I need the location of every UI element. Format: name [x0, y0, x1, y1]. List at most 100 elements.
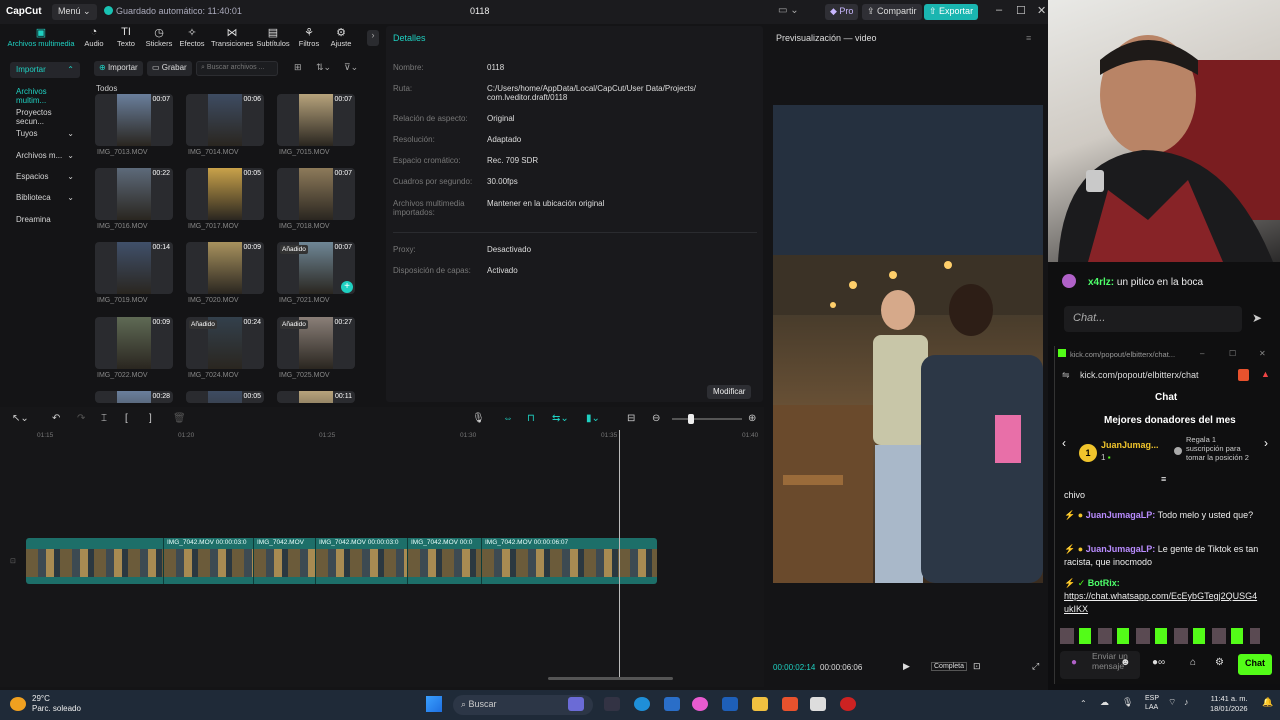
share-button[interactable]: ⇪ Compartir	[862, 4, 922, 20]
media-tile[interactable]: 00:24 Añadido	[186, 317, 264, 369]
clip[interactable]: IMG_7042.MOV 00:0	[408, 538, 482, 584]
caption-icon[interactable]: ⊟	[627, 413, 635, 424]
menu-icon[interactable]: ≡	[1026, 33, 1031, 43]
media-search-input[interactable]: ⌕ Buscar archivos ...	[196, 61, 278, 76]
weather-widget[interactable]: 29°C Parc. soleado	[32, 694, 81, 714]
media-tile[interactable]: 00:09	[95, 317, 173, 369]
chevron-left-icon[interactable]: ‹	[1062, 436, 1066, 450]
send-icon[interactable]: ➤	[1252, 311, 1262, 325]
media-tile[interactable]: 00:11	[277, 391, 355, 403]
media-tile[interactable]: 00:07	[95, 94, 173, 146]
nav-media-files[interactable]: Archivos multim...	[10, 84, 80, 105]
chevron-right-icon[interactable]: ›	[367, 30, 379, 46]
magnet-icon[interactable]: ⊓	[527, 413, 535, 424]
video-track[interactable]: IMG_7042.MOV 00:00:03:0 IMG_7042.MOV IMG…	[26, 538, 657, 584]
notification-icon[interactable]: ▲	[1261, 369, 1270, 379]
modify-button[interactable]: Modificar	[707, 385, 752, 399]
emoji-icon[interactable]: ☻	[1120, 657, 1131, 668]
mic-icon[interactable]: 🎙	[472, 413, 485, 424]
clip[interactable]: IMG_7042.MOV 00:00:03:0	[164, 538, 254, 584]
capcut-icon[interactable]	[810, 697, 826, 711]
obs-icon[interactable]	[840, 697, 856, 711]
split-icon[interactable]: ⌶	[101, 413, 107, 424]
add-to-timeline-icon[interactable]: +	[341, 281, 353, 293]
close-icon[interactable]: ✕	[1259, 349, 1266, 358]
zoom-in-icon[interactable]: ⊕	[748, 413, 756, 424]
tool-subtitles[interactable]: ▤ Subtítulos	[255, 26, 291, 48]
chat-send-button[interactable]: Chat	[1238, 654, 1272, 675]
media-tile[interactable]: 00:09	[186, 242, 264, 294]
language-indicator[interactable]: ESP LAA	[1145, 694, 1159, 712]
trim-left-icon[interactable]: [	[125, 413, 128, 424]
mic-icon[interactable]: ●	[1071, 657, 1077, 668]
nav-yours[interactable]: Tuyos ⌄	[10, 126, 80, 142]
zoom-out-icon[interactable]: ⊖	[652, 413, 660, 424]
tool-effects[interactable]: ✧ Efectos	[174, 26, 210, 48]
zoom-slider-handle[interactable]	[688, 414, 694, 424]
brave-icon[interactable]	[782, 697, 798, 711]
nav-spaces[interactable]: Espacios ⌄	[10, 169, 80, 185]
chat-input[interactable]: Chat...	[1064, 306, 1242, 332]
tool-transitions[interactable]: ⋈ Transiciones	[211, 26, 253, 48]
clip[interactable]	[26, 538, 164, 584]
select-tool-icon[interactable]: ↖⌄	[12, 413, 29, 424]
store-app-icon[interactable]	[664, 697, 680, 711]
media-tile[interactable]: 00:07	[277, 168, 355, 220]
close-icon[interactable]: ✕	[1037, 4, 1046, 17]
nav-import[interactable]: Importar ⌃	[10, 62, 80, 78]
copilot-app-icon[interactable]	[692, 697, 708, 711]
copilot-icon[interactable]	[568, 697, 584, 711]
site-info-icon[interactable]: ⇋	[1062, 370, 1070, 381]
delete-icon[interactable]: 🗑	[173, 413, 186, 424]
clip[interactable]: IMG_7042.MOV 00:00:03:0	[316, 538, 408, 584]
record-button[interactable]: ▭ Grabar	[147, 61, 192, 76]
wifi-icon[interactable]: ⌔	[1168, 697, 1176, 708]
emote-bar[interactable]	[1060, 628, 1260, 644]
tool-media[interactable]: ▣ Archivos multimedia	[6, 26, 76, 48]
outlook-icon[interactable]	[722, 697, 738, 711]
cloud-icon[interactable]: ☁	[1100, 697, 1109, 708]
mic-tray-icon[interactable]: 🎙	[1122, 697, 1133, 708]
start-icon[interactable]	[426, 696, 442, 712]
minimize-icon[interactable]: –	[1200, 349, 1204, 358]
trim-right-icon[interactable]: ]	[149, 413, 152, 424]
brave-shield-icon[interactable]	[1238, 369, 1249, 381]
grid-view-icon[interactable]: ⊞	[294, 62, 302, 73]
sort-icon[interactable]: ⇅⌄	[316, 62, 331, 73]
preview-axis-icon[interactable]: ▮⌄	[586, 413, 600, 424]
collapse-icon[interactable]: ≡	[1161, 474, 1166, 484]
snap-icon[interactable]: ⇆⌄	[552, 413, 569, 424]
play-icon[interactable]: ▶	[903, 661, 910, 672]
media-tile[interactable]: 00:22	[95, 168, 173, 220]
clock[interactable]: 11:41 a. m. 18/01/2026	[1210, 694, 1248, 714]
tool-adjust[interactable]: ⚙ Ajuste	[323, 26, 359, 48]
nav-secondary-projects[interactable]: Proyectos secun...	[10, 105, 80, 126]
media-tile[interactable]: 00:07	[277, 94, 355, 146]
crop-icon[interactable]: ⊡	[973, 661, 981, 672]
notifications-icon[interactable]: 🔔	[1262, 697, 1273, 708]
tray-chevron-icon[interactable]: ⌃	[1080, 699, 1087, 708]
minimize-icon[interactable]: –	[996, 4, 1002, 16]
media-tile[interactable]: 00:06	[186, 94, 264, 146]
tool-stickers[interactable]: ◷ Stickers	[141, 26, 177, 48]
chevron-right-icon[interactable]: ›	[1264, 436, 1268, 450]
reactions-icon[interactable]: ●∞	[1152, 657, 1165, 668]
fullscreen-icon[interactable]: ⤢	[1032, 661, 1039, 672]
task-view-icon[interactable]	[604, 697, 620, 711]
export-button[interactable]: ⇧ Exportar	[924, 4, 979, 20]
complete-button[interactable]: Completa	[931, 662, 967, 671]
tool-filters[interactable]: ⚘ Filtros	[291, 26, 327, 48]
address-bar[interactable]: kick.com/popout/elbitterx/chat	[1080, 370, 1199, 380]
pro-button[interactable]: ◆ Pro	[825, 4, 859, 20]
file-explorer-icon[interactable]	[752, 697, 768, 711]
volume-icon[interactable]: ♪	[1184, 697, 1189, 707]
nav-media-files-2[interactable]: Archivos m... ⌄	[10, 148, 80, 164]
import-button[interactable]: ⊕ Importar	[94, 61, 143, 76]
maximize-icon[interactable]: ☐	[1229, 349, 1236, 358]
tool-audio[interactable]: ◔ Audio	[76, 26, 112, 48]
zoom-slider[interactable]	[672, 418, 742, 420]
media-tile[interactable]: 00:14	[95, 242, 173, 294]
menu-button[interactable]: Menú ⌄	[52, 4, 97, 20]
chat-link[interactable]: https://chat.whatsapp.com/EcEybGTegj2QUS…	[1064, 591, 1257, 614]
media-tile[interactable]: 00:05	[186, 168, 264, 220]
